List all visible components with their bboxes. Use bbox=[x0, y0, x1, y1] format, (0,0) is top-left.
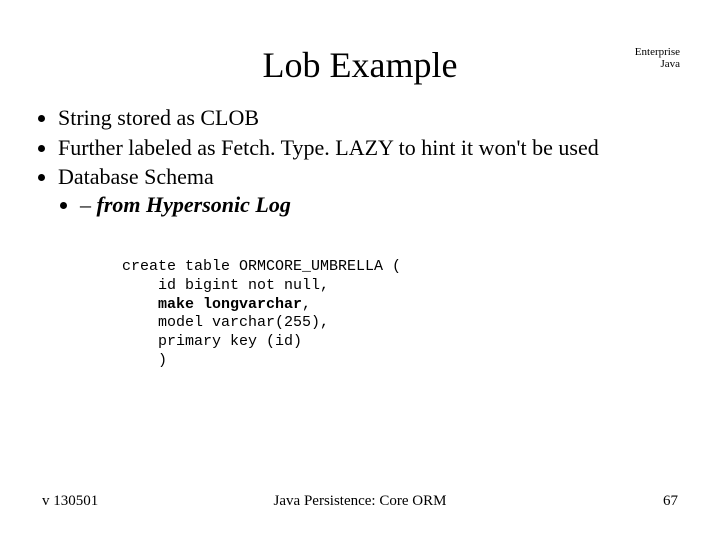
code-line: model varchar(255), bbox=[122, 314, 329, 331]
content-area: String stored as CLOB Further labeled as… bbox=[36, 104, 684, 220]
sub-bullet-item: from Hypersonic Log bbox=[80, 191, 684, 219]
bullet-list: String stored as CLOB Further labeled as… bbox=[36, 104, 684, 218]
footer-title: Java Persistence: Core ORM bbox=[0, 493, 720, 510]
code-line: primary key (id) bbox=[122, 333, 302, 350]
slide-title: Lob Example bbox=[0, 44, 720, 86]
bullet-text: Database Schema bbox=[58, 164, 214, 189]
sub-bullet-list: from Hypersonic Log bbox=[58, 191, 684, 219]
code-line: ) bbox=[122, 352, 167, 369]
tag-line-2: Java bbox=[660, 58, 680, 70]
code-line-bold: make longvarchar bbox=[158, 296, 302, 313]
code-line-suffix: , bbox=[302, 296, 311, 313]
code-line-prefix bbox=[122, 296, 158, 313]
sub-bullet-text: from Hypersonic Log bbox=[97, 192, 291, 217]
page-number: 67 bbox=[663, 493, 678, 510]
bullet-item: String stored as CLOB bbox=[58, 104, 684, 132]
code-block: create table ORMCORE_UMBRELLA ( id bigin… bbox=[122, 258, 401, 371]
course-tag: Enterprise Java bbox=[635, 46, 680, 70]
bullet-item: Further labeled as Fetch. Type. LAZY to … bbox=[58, 134, 684, 162]
bullet-item: Database Schema from Hypersonic Log bbox=[58, 163, 684, 218]
code-line: id bigint not null, bbox=[122, 277, 329, 294]
tag-line-1: Enterprise bbox=[635, 46, 680, 58]
code-line: create table ORMCORE_UMBRELLA ( bbox=[122, 258, 401, 275]
slide: Lob Example Enterprise Java String store… bbox=[0, 0, 720, 540]
